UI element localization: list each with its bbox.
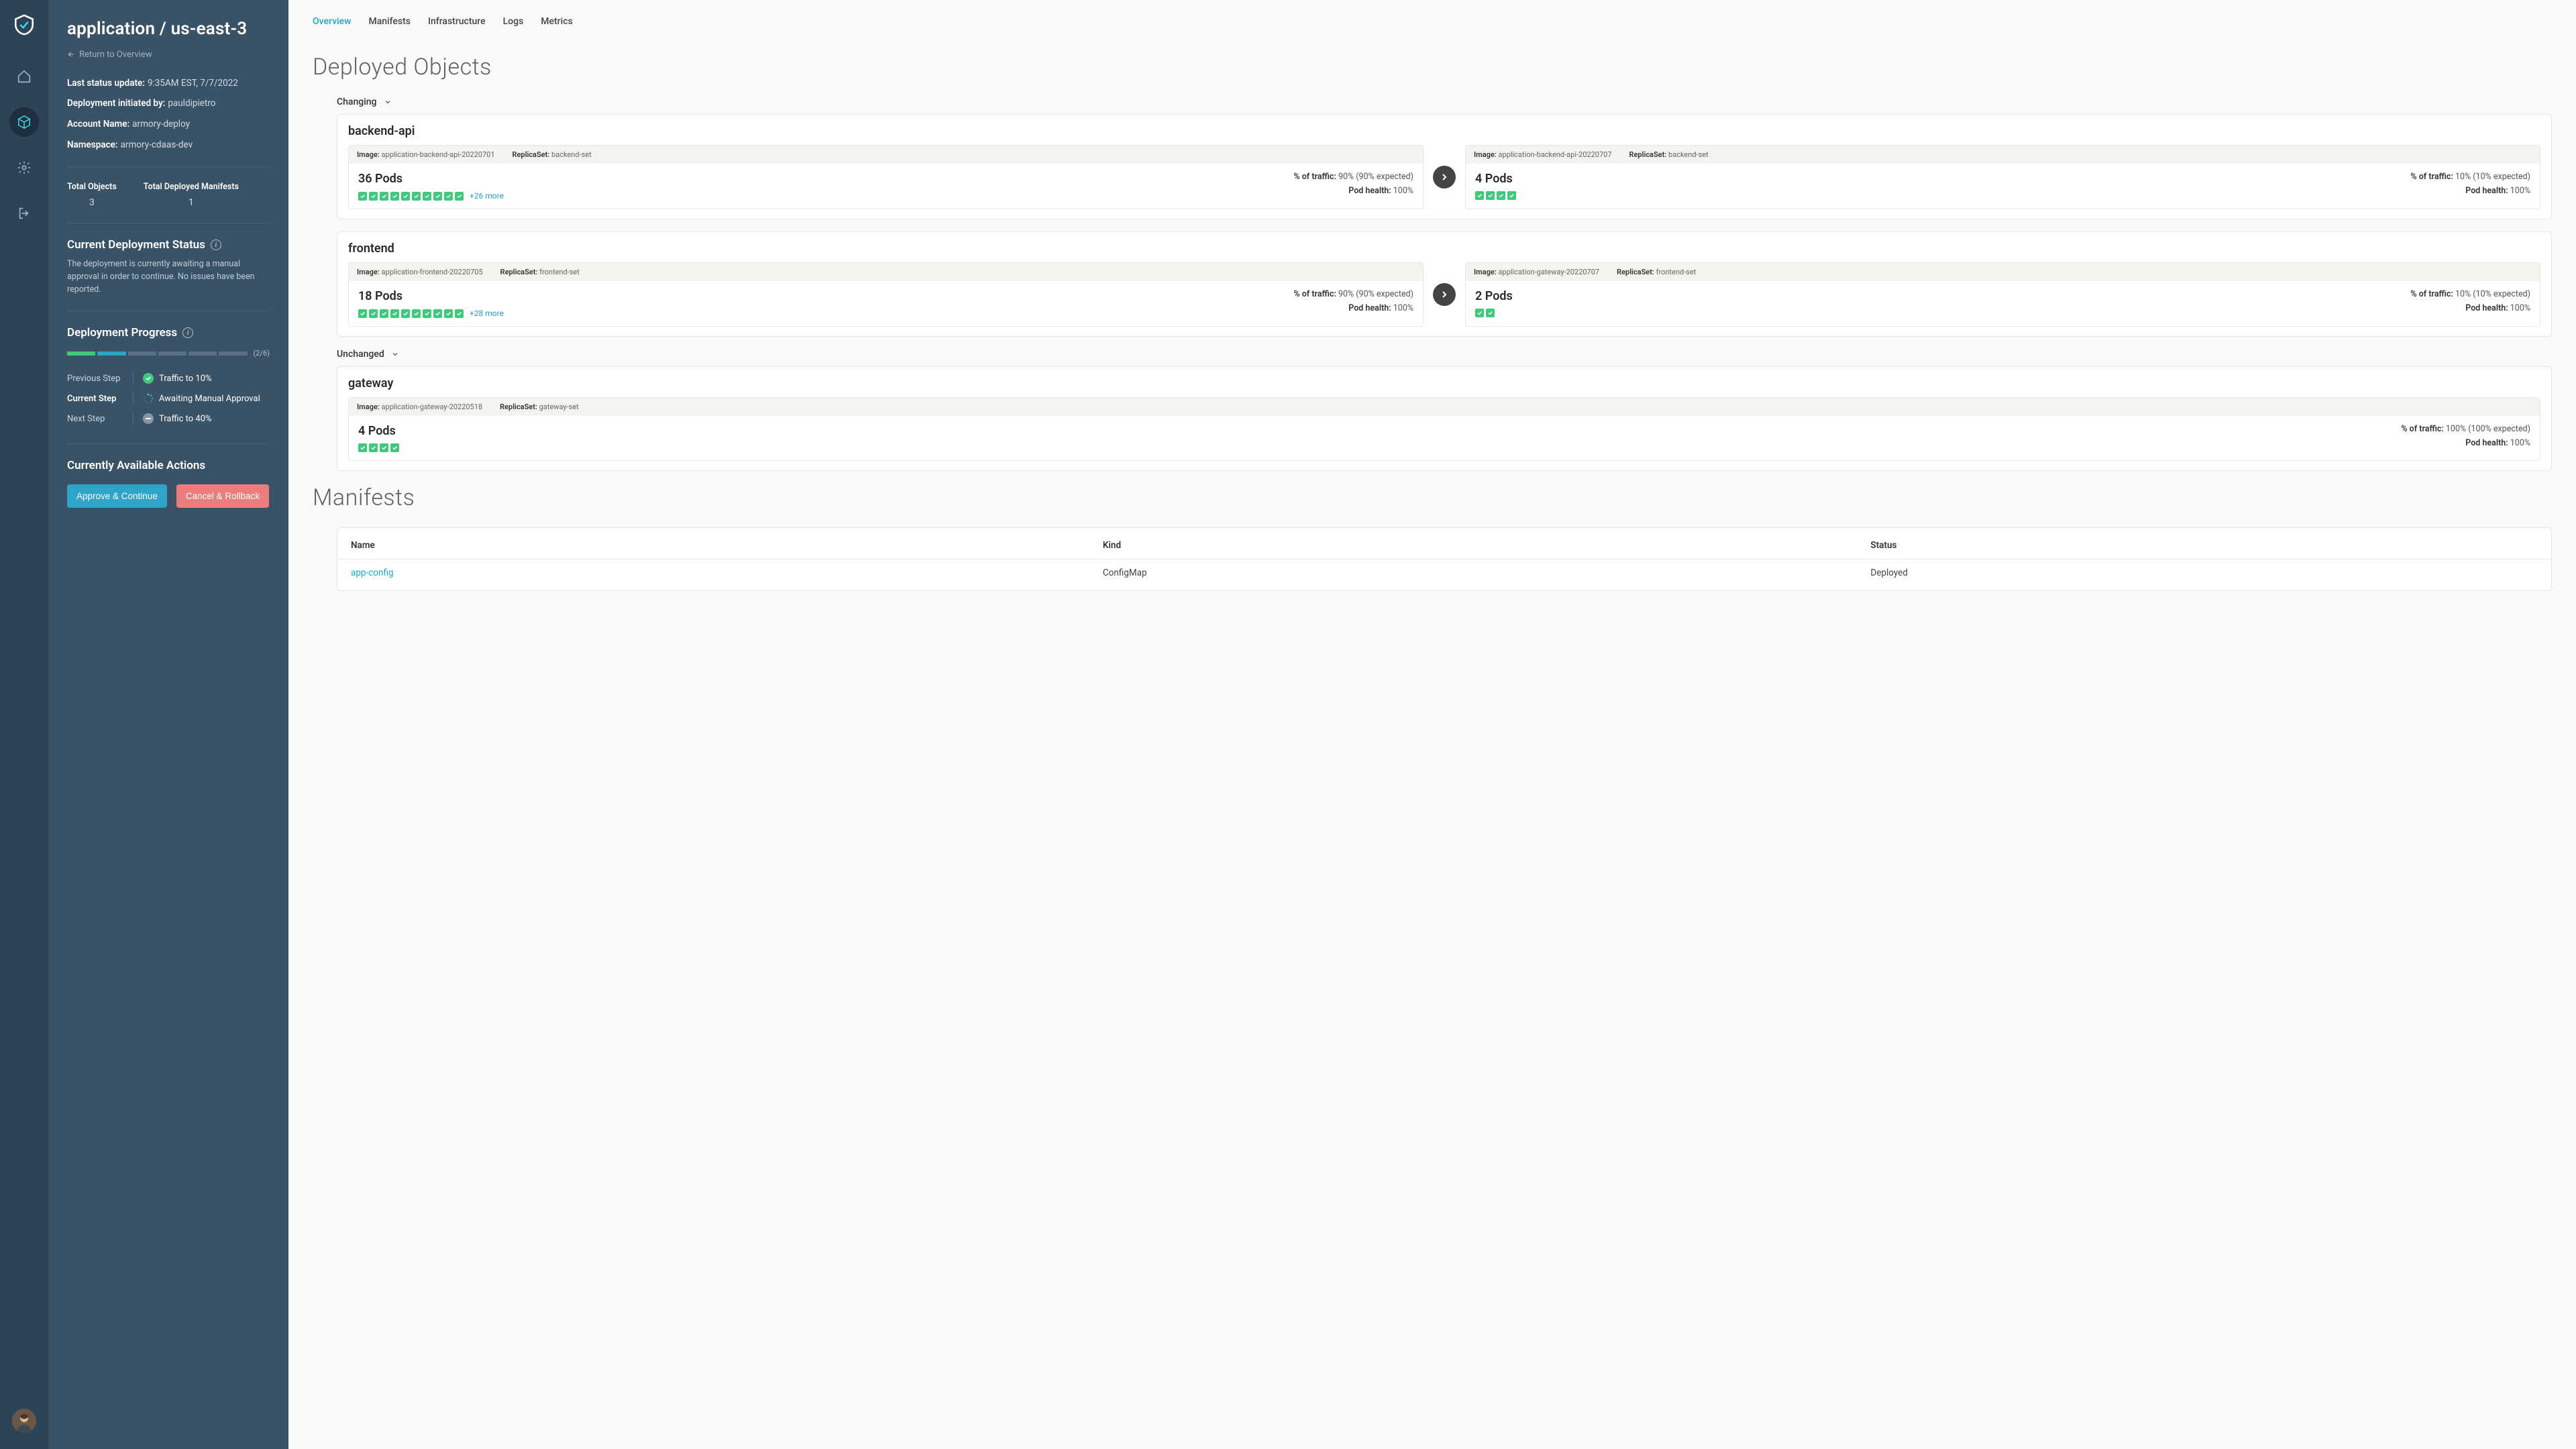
nav-deployments-icon[interactable] xyxy=(9,107,39,137)
pod-check-icon xyxy=(390,309,399,318)
cancel-button[interactable]: Cancel & Rollback xyxy=(176,484,269,508)
pod-check-icon xyxy=(412,192,421,201)
tab-overview[interactable]: Overview xyxy=(313,16,351,27)
changing-group-toggle[interactable]: Changing xyxy=(313,97,2552,107)
pod-check-icon xyxy=(412,309,421,318)
pod-check-icon xyxy=(1507,191,1516,200)
pod-check-icon xyxy=(423,309,431,318)
actions-title: Currently Available Actions xyxy=(67,459,270,472)
pod-check-icon xyxy=(380,443,388,452)
tab-infrastructure[interactable]: Infrastructure xyxy=(428,16,486,27)
manifests-table: Name Kind Status app-config ConfigMap De… xyxy=(337,527,2552,591)
pod-check-icon xyxy=(358,443,367,452)
tab-logs[interactable]: Logs xyxy=(503,16,524,27)
unchanged-group-toggle[interactable]: Unchanged xyxy=(313,349,2552,360)
pod-check-icon xyxy=(358,309,367,318)
totals: Total Objects 3 Total Deployed Manifests… xyxy=(67,182,270,208)
more-pods-link[interactable]: +28 more xyxy=(470,309,504,318)
page-title: application / us-east-3 xyxy=(67,19,270,39)
return-link[interactable]: Return to Overview xyxy=(67,50,152,60)
nav-rail xyxy=(0,0,48,1449)
nav-home-icon[interactable] xyxy=(9,62,39,91)
pod-check-icon xyxy=(369,309,378,318)
pod-check-icon xyxy=(423,192,431,201)
pod-check-icon xyxy=(1475,309,1484,317)
tab-metrics[interactable]: Metrics xyxy=(541,16,572,27)
object-card-gateway: gateway Image: application-gateway-20220… xyxy=(337,366,2552,471)
pod-check-icon xyxy=(455,192,464,201)
pod-box-new: Image: application-backend-api-20220707 … xyxy=(1465,145,2540,209)
nav-settings-icon[interactable] xyxy=(9,153,39,182)
chevron-down-icon xyxy=(391,350,399,358)
step-current: Current Step Awaiting Manual Approval xyxy=(67,388,270,409)
arrow-right-icon[interactable] xyxy=(1433,166,1456,189)
pod-check-icon xyxy=(390,443,399,452)
meta-last-update: Last status update:9:35AM EST, 7/7/2022 xyxy=(67,77,270,90)
manifests-heading: Manifests xyxy=(313,484,2552,511)
step-next: Next Step Traffic to 40% xyxy=(67,409,270,429)
pod-check-icon xyxy=(1475,191,1484,200)
pod-check-icon xyxy=(444,309,453,318)
meta-initiated-by: Deployment initiated by:pauldipietro xyxy=(67,97,270,110)
meta-account: Account Name:armory-deploy xyxy=(67,118,270,131)
status-desc: The deployment is currently awaiting a m… xyxy=(67,258,270,296)
object-card-frontend: frontend Image: application-frontend-202… xyxy=(337,231,2552,337)
main-panel: Overview Manifests Infrastructure Logs M… xyxy=(288,0,2576,1449)
chevron-down-icon xyxy=(384,98,392,106)
details-sidebar: application / us-east-3 Return to Overvi… xyxy=(48,0,288,1449)
nav-logout-icon[interactable] xyxy=(9,199,39,228)
pod-check-icon xyxy=(433,309,442,318)
pod-check-icon xyxy=(380,309,388,318)
pod-check-icon xyxy=(455,309,464,318)
pod-box-old: Image: application-backend-api-20220701 … xyxy=(348,145,1424,209)
approve-button[interactable]: Approve & Continue xyxy=(67,484,167,508)
progress-bar: (2/6) xyxy=(67,349,270,358)
more-pods-link[interactable]: +26 more xyxy=(470,191,504,201)
pod-check-icon xyxy=(1486,309,1495,317)
pod-check-icon xyxy=(401,309,410,318)
meta-namespace: Namespace:armory-cdaas-dev xyxy=(67,139,270,152)
pod-check-icon xyxy=(1486,191,1495,200)
pod-check-icon xyxy=(433,192,442,201)
pod-check-icon xyxy=(444,192,453,201)
spinner-icon xyxy=(143,393,154,404)
pod-check-icon xyxy=(401,192,410,201)
pod-check-icon xyxy=(369,443,378,452)
manifest-link[interactable]: app-config xyxy=(337,559,1089,587)
pod-check-icon xyxy=(358,192,367,201)
pod-box: Image: application-gateway-20220518 Repl… xyxy=(348,397,2540,461)
deployed-objects-heading: Deployed Objects xyxy=(313,54,2552,80)
pod-box-old: Image: application-frontend-20220705 Rep… xyxy=(348,262,1424,327)
status-title: Current Deployment Status i xyxy=(67,238,270,252)
pod-check-icon xyxy=(369,192,378,201)
tab-bar: Overview Manifests Infrastructure Logs M… xyxy=(288,0,2576,35)
pod-check-icon xyxy=(380,192,388,201)
arrow-right-icon[interactable] xyxy=(1433,283,1456,306)
pod-check-icon xyxy=(1497,191,1505,200)
object-card-backend: backend-api Image: application-backend-a… xyxy=(337,114,2552,219)
table-row: app-config ConfigMap Deployed xyxy=(337,559,2551,587)
info-icon[interactable]: i xyxy=(211,239,221,250)
pod-box-new: Image: application-gateway-20220707 Repl… xyxy=(1465,262,2540,327)
tab-manifests[interactable]: Manifests xyxy=(368,16,411,27)
pod-check-icon xyxy=(390,192,399,201)
pending-icon xyxy=(143,413,154,424)
check-icon xyxy=(143,373,154,384)
progress-title: Deployment Progress i xyxy=(67,326,270,339)
user-avatar[interactable] xyxy=(12,1409,36,1433)
info-icon[interactable]: i xyxy=(182,327,193,338)
step-previous: Previous Step Traffic to 10% xyxy=(67,368,270,388)
app-logo-icon xyxy=(13,13,36,39)
